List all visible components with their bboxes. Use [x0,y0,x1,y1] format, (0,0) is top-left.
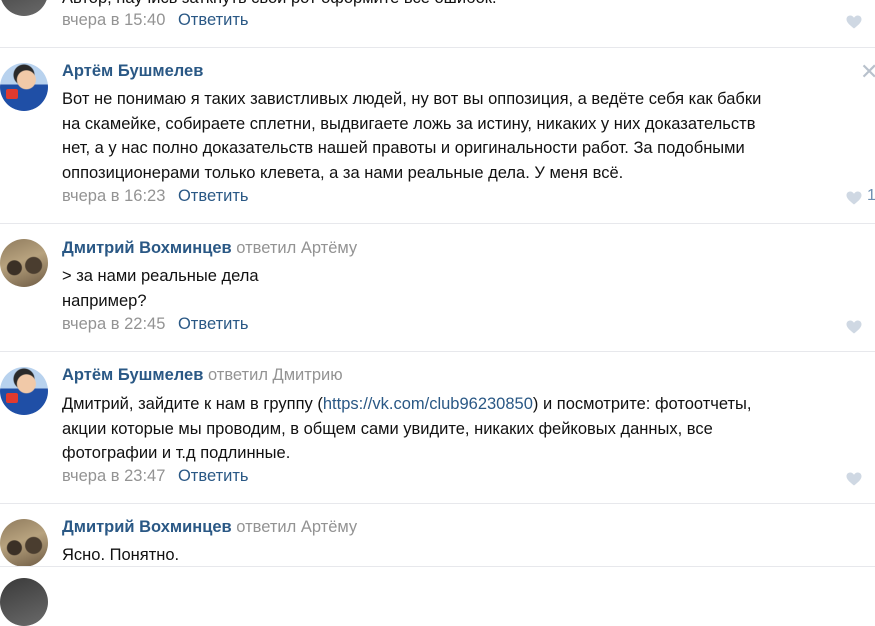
author-name-link[interactable]: Дмитрий Вохминцев [62,518,232,536]
logo-badge [6,393,18,403]
divider [0,351,875,352]
comment-date[interactable]: вчера в 16:23 [62,187,165,205]
reply-button[interactable]: Ответить [178,11,249,29]
avatar[interactable] [0,63,48,111]
divider [0,566,875,567]
reply-button[interactable]: Ответить [178,187,249,205]
comment-text: Автор, научись заткнуть свой рот оформит… [62,0,875,11]
heart-icon[interactable] [846,191,862,205]
avatar[interactable] [0,0,48,16]
avatar[interactable] [0,578,48,626]
comment-date[interactable]: вчера в 22:45 [62,315,165,333]
close-icon[interactable]: ✕ [860,61,875,83]
comment-author: Артём Бушмелев [62,62,203,81]
comment-meta: вчера в 15:40 Ответить [62,11,249,30]
divider [0,47,875,48]
reply-to-label[interactable]: ответил Дмитрию [208,366,343,384]
reply-to-label[interactable]: ответил Артёму [236,239,357,257]
comment-meta: вчера в 22:45 Ответить [62,315,249,334]
avatar[interactable] [0,519,48,567]
comment-text: Ясно. Понятно. [62,546,180,564]
comment-text-part: Дмитрий, зайдите к нам в группу ( [62,395,323,413]
author-name-link[interactable]: Артём Бушмелев [62,62,203,80]
comment-date[interactable]: вчера в 15:40 [62,11,165,29]
group-link[interactable]: https://vk.com/club96230850 [323,395,533,413]
comment-text: > за нами реальные дела например? [62,267,259,310]
comment-date[interactable]: вчера в 23:47 [62,467,165,485]
comments-feed: Автор, научись заткнуть свой рот оформит… [0,0,875,626]
reply-button[interactable]: Ответить [178,315,249,333]
divider [0,223,875,224]
like-count: 1 [867,187,875,204]
comment-author: Артём Бушмелев ответил Дмитрию [62,366,343,385]
comment-meta: вчера в 16:23 Ответить [62,187,249,206]
avatar[interactable] [0,239,48,287]
heart-icon[interactable] [846,15,862,29]
comment-author: Дмитрий Вохминцев ответил Артёму [62,518,357,537]
comment-author: Дмитрий Вохминцев ответил Артёму [62,239,357,258]
heart-icon[interactable] [846,320,862,334]
comment-text: Вот не понимаю я таких завистливых людей… [62,90,762,183]
avatar[interactable] [0,367,48,415]
author-name-link[interactable]: Артём Бушмелев [62,366,203,384]
heart-icon[interactable] [846,472,862,486]
author-name-link[interactable]: Дмитрий Вохминцев [62,239,232,257]
comment-text: Дмитрий, зайдите к нам в группу (https:/… [62,392,875,466]
reply-to-label[interactable]: ответил Артёму [236,518,357,536]
reply-button[interactable]: Ответить [178,467,249,485]
logo-badge [6,89,18,99]
comment-meta: вчера в 23:47 Ответить [62,467,249,486]
divider [0,503,875,504]
